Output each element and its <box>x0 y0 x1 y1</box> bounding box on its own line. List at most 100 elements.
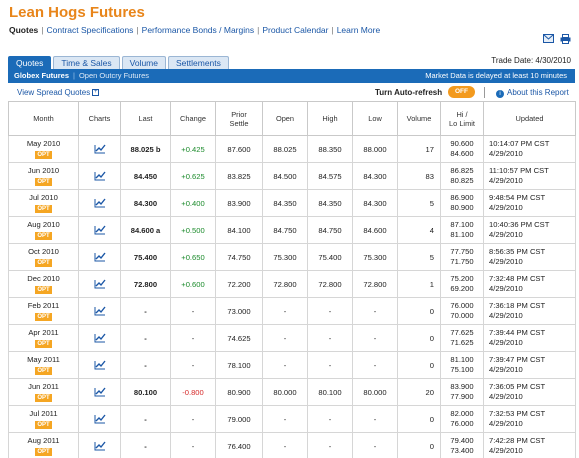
opt-link[interactable]: OPT <box>35 448 52 456</box>
cell-hi-lo-limit: 86.825 80.825 <box>440 162 484 190</box>
updated-time: 7:39:47 PM CST <box>489 355 546 364</box>
cell-updated: 8:56:35 PM CST 4/29/2010 <box>483 243 576 271</box>
opt-link[interactable]: OPT <box>35 367 52 375</box>
cell-updated: 10:14:07 PM CST 4/29/2010 <box>483 135 576 163</box>
cell-updated: 11:10:57 PM CST 4/29/2010 <box>483 162 576 190</box>
cell-open: - <box>262 297 308 325</box>
chart-icon[interactable] <box>94 387 106 397</box>
month-label: Dec 2010 <box>27 274 60 283</box>
chart-icon[interactable] <box>94 225 106 235</box>
opt-link[interactable]: OPT <box>35 151 52 159</box>
cell-month: Jun 2010 OPT <box>8 162 79 190</box>
cell-charts <box>78 432 121 458</box>
updated-date: 4/29/2010 <box>489 365 523 374</box>
view-spread-quotes-link[interactable]: View Spread Quotes + <box>17 85 100 100</box>
updated-date: 4/29/2010 <box>489 230 523 239</box>
print-icon[interactable] <box>560 34 571 44</box>
updated-date: 4/29/2010 <box>489 419 523 428</box>
updated-date: 4/29/2010 <box>489 176 523 185</box>
cell-hi-lo-limit: 77.625 71.625 <box>440 324 484 352</box>
tab-volume[interactable]: Volume <box>121 56 166 69</box>
nav-learn-more[interactable]: Learn More <box>337 25 380 35</box>
cell-last: 72.800 <box>120 270 171 298</box>
chart-icon[interactable] <box>94 171 106 181</box>
cell-prior-settle: 83.900 <box>215 189 263 217</box>
cell-open: 84.500 <box>262 162 308 190</box>
cell-low: - <box>352 351 398 379</box>
month-label: Aug 2011 <box>27 436 60 445</box>
lo-limit: 70.000 <box>450 311 474 320</box>
trade-date: Trade Date: 4/30/2010 <box>491 56 571 65</box>
hi-limit: 75.200 <box>450 274 474 283</box>
cell-change: - <box>170 351 216 379</box>
chart-icon[interactable] <box>94 252 106 262</box>
chart-icon[interactable] <box>94 279 106 289</box>
cell-last: - <box>120 405 171 433</box>
nav-contract-specifications[interactable]: Contract Specifications <box>47 25 134 35</box>
open-outcry-link[interactable]: Open Outcry Futures <box>79 71 149 80</box>
cell-updated: 7:42:28 PM CST 4/29/2010 <box>483 432 576 458</box>
cell-charts <box>78 378 121 406</box>
cell-change: - <box>170 405 216 433</box>
opt-link[interactable]: OPT <box>35 259 52 267</box>
hi-limit: 90.600 <box>450 139 474 148</box>
cell-high: 80.100 <box>307 378 353 406</box>
updated-date: 4/29/2010 <box>489 392 523 401</box>
cell-updated: 9:48:54 PM CST 4/29/2010 <box>483 189 576 217</box>
opt-link[interactable]: OPT <box>35 286 52 294</box>
col-updated: Updated <box>483 101 576 136</box>
table-row: Jun 2011 OPT 80.100 -0.800 80.900 80.000 80.10… <box>8 378 576 406</box>
cell-change: +0.650 <box>170 243 216 271</box>
chart-icon[interactable] <box>94 360 106 370</box>
cell-updated: 7:32:48 PM CST 4/29/2010 <box>483 270 576 298</box>
opt-link[interactable]: OPT <box>35 178 52 186</box>
about-report-link[interactable]: i About this Report <box>496 85 569 100</box>
opt-link[interactable]: OPT <box>35 421 52 429</box>
chart-icon[interactable] <box>94 441 106 451</box>
tab-quotes[interactable]: Quotes <box>8 56 52 69</box>
cell-open: - <box>262 324 308 352</box>
nav-performance-bonds[interactable]: Performance Bonds / Margins <box>142 25 254 35</box>
opt-link[interactable]: OPT <box>35 313 52 321</box>
auto-refresh-toggle[interactable]: OFF <box>448 86 475 98</box>
cell-charts <box>78 135 121 163</box>
opt-link[interactable]: OPT <box>35 232 52 240</box>
cell-volume: 20 <box>397 378 441 406</box>
cell-high: 88.350 <box>307 135 353 163</box>
cell-high: - <box>307 405 353 433</box>
col-high: High <box>307 101 353 136</box>
cell-volume: 0 <box>397 432 441 458</box>
chart-icon[interactable] <box>94 144 106 154</box>
month-label: Jun 2011 <box>28 382 59 391</box>
lo-limit: 77.900 <box>450 392 474 401</box>
email-icon[interactable] <box>543 34 554 44</box>
updated-time: 7:39:44 PM CST <box>489 328 546 337</box>
tab-time-sales[interactable]: Time & Sales <box>53 56 120 69</box>
table-row: May 2011 OPT - -78.100- - -0 81.100 75.100 7:39:… <box>8 351 576 379</box>
chart-icon[interactable] <box>94 306 106 316</box>
cell-volume: 0 <box>397 324 441 352</box>
table-row: Jul 2011 OPT - -79.000- - -0 82.000 76.000 7:32:… <box>8 405 576 433</box>
nav-quotes[interactable]: Quotes <box>9 25 38 35</box>
globex-futures-link[interactable]: Globex Futures <box>14 71 69 80</box>
cell-prior-settle: 78.100 <box>215 351 263 379</box>
chart-icon[interactable] <box>94 333 106 343</box>
chart-icon[interactable] <box>94 414 106 424</box>
hi-limit: 76.000 <box>450 301 474 310</box>
opt-link[interactable]: OPT <box>35 394 52 402</box>
updated-date: 4/29/2010 <box>489 257 523 266</box>
nav-separator: | <box>136 25 139 35</box>
market-bar: Globex Futures | Open Outcry Futures Marke… <box>8 69 575 83</box>
info-icon: i <box>496 90 504 98</box>
cell-low: 80.000 <box>352 378 398 406</box>
opt-link[interactable]: OPT <box>35 205 52 213</box>
cell-last: 84.450 <box>120 162 171 190</box>
cell-last: 84.600 a <box>120 216 171 244</box>
cell-charts <box>78 270 121 298</box>
tab-settlements[interactable]: Settlements <box>168 56 229 69</box>
nav-product-calendar[interactable]: Product Calendar <box>262 25 328 35</box>
opt-link[interactable]: OPT <box>35 340 52 348</box>
chart-icon[interactable] <box>94 198 106 208</box>
cell-volume: 5 <box>397 243 441 271</box>
cell-open: 75.300 <box>262 243 308 271</box>
